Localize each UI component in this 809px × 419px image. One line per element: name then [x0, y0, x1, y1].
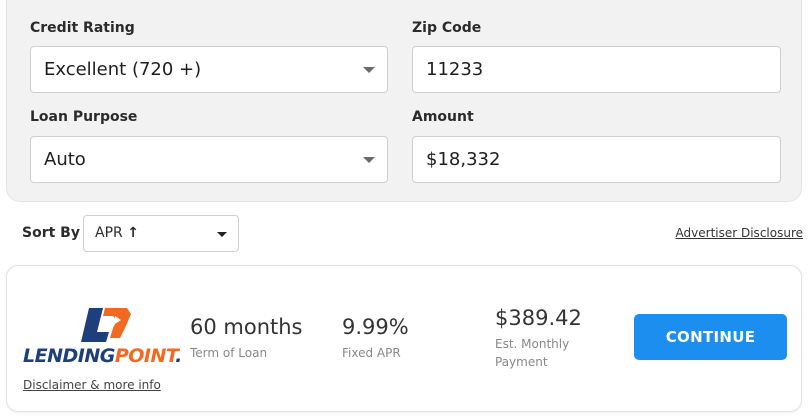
lender-name-left: LENDING — [23, 345, 115, 367]
credit-rating-label: Credit Rating — [30, 20, 135, 36]
monthly-payment-label-line2: Payment — [495, 355, 548, 369]
loan-purpose-value: Auto — [44, 149, 86, 170]
term-label: Term of Loan — [190, 346, 268, 360]
lender-name-suffix: . — [175, 345, 182, 367]
credit-rating-select[interactable]: Excellent (720 +) — [30, 46, 388, 93]
sort-select[interactable]: APR ↑ — [83, 215, 239, 252]
chevron-down-icon — [363, 67, 375, 73]
caret-down-icon — [217, 232, 227, 237]
disclaimer-link[interactable]: Disclaimer & more info — [23, 378, 161, 392]
loan-filter-panel: Credit Rating Excellent (720 +) Zip Code… — [6, 0, 802, 202]
loan-purpose-select[interactable]: Auto — [30, 136, 388, 183]
offer-card: LENDINGPOINT. Disclaimer & more info 60 … — [6, 265, 802, 412]
loan-purpose-label: Loan Purpose — [30, 109, 138, 125]
continue-button[interactable]: CONTINUE — [634, 314, 787, 360]
advertiser-disclosure-link[interactable]: Advertiser Disclosure — [676, 226, 803, 240]
apr-value: 9.99% — [342, 315, 409, 339]
apr-label: Fixed APR — [342, 346, 401, 360]
zip-code-value: 11233 — [426, 59, 484, 80]
credit-rating-value: Excellent (720 +) — [44, 59, 202, 80]
lendingpoint-logo: LENDINGPOINT. — [23, 306, 191, 368]
arrow-up-icon: ↑ — [127, 225, 139, 241]
lender-name: LENDINGPOINT. — [23, 345, 182, 367]
amount-input[interactable]: $18,332 — [412, 136, 781, 183]
amount-label: Amount — [412, 109, 474, 125]
monthly-payment-label-line1: Est. Monthly — [495, 337, 570, 351]
lender-name-right: POINT — [114, 345, 176, 367]
monthly-payment-value: $389.42 — [495, 306, 582, 330]
chevron-down-icon — [363, 157, 375, 163]
sort-by-label: Sort By — [22, 225, 80, 241]
sort-value: APR — [95, 225, 123, 241]
monthly-payment-label: Est. Monthly Payment — [495, 335, 569, 371]
term-value: 60 months — [190, 315, 303, 339]
zip-code-input[interactable]: 11233 — [412, 46, 781, 93]
amount-value: $18,332 — [426, 149, 501, 170]
zip-code-label: Zip Code — [412, 20, 482, 36]
